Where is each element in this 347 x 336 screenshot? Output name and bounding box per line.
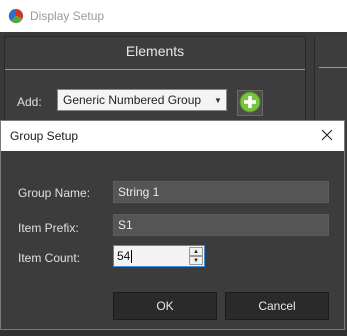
close-button[interactable]	[316, 125, 338, 147]
add-label: Add:	[17, 95, 42, 109]
group-setup-dialog: Group Setup Group Name: String 1 Item Pr…	[0, 120, 345, 330]
item-count-stepper[interactable]: 54 ▲ ▼	[113, 245, 205, 267]
stepper-buttons: ▲ ▼	[189, 247, 203, 265]
main-window-titlebar: Display Setup	[0, 0, 347, 32]
item-count-value: 54	[117, 249, 131, 263]
cancel-button[interactable]: Cancel	[225, 292, 329, 320]
group-name-label: Group Name:	[18, 186, 91, 200]
text-caret	[131, 249, 133, 263]
window-title: Display Setup	[30, 9, 105, 23]
item-prefix-label: Item Prefix:	[18, 221, 79, 235]
app-logo-icon	[8, 8, 24, 24]
bottom-strip	[0, 330, 347, 336]
dialog-title: Group Setup	[10, 129, 79, 143]
dialog-titlebar: Group Setup	[1, 121, 344, 151]
elements-header: Elements	[5, 37, 305, 70]
decrement-arrow-icon[interactable]: ▼	[189, 256, 203, 265]
group-name-input[interactable]: String 1	[113, 181, 329, 203]
item-count-label: Item Count:	[18, 251, 81, 265]
close-icon	[321, 129, 333, 144]
right-panel-divider	[319, 67, 347, 68]
dropdown-arrow-icon[interactable]: ▼	[210, 90, 226, 110]
add-element-button[interactable]	[237, 90, 263, 116]
element-type-dropdown[interactable]: Generic Numbered Group ▼	[57, 89, 227, 111]
elements-panel: Elements Add: Generic Numbered Group ▼	[4, 36, 306, 122]
item-prefix-input[interactable]: S1	[113, 214, 329, 236]
element-type-value: Generic Numbered Group	[63, 93, 202, 107]
plus-circle-icon	[239, 91, 261, 116]
increment-arrow-icon[interactable]: ▲	[189, 247, 203, 256]
right-panel	[314, 36, 347, 122]
ok-button[interactable]: OK	[113, 292, 217, 320]
